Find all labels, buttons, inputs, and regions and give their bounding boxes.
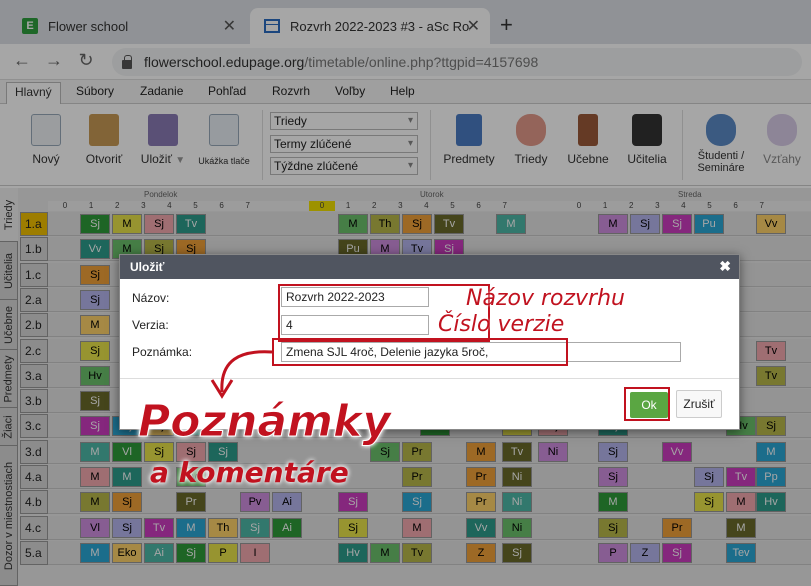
annotation-arrow-icon <box>210 350 273 399</box>
version-label: Verzia: <box>132 318 169 332</box>
note-highlight <box>272 338 568 366</box>
note-label: Poznámka: <box>132 345 193 359</box>
annotation-notes: Poznámky <box>138 396 392 448</box>
cancel-button[interactable]: Zrušiť <box>676 390 722 418</box>
ok-highlight <box>624 387 670 421</box>
annotation-comments: a komentáre <box>150 456 349 489</box>
close-icon[interactable]: ✖ <box>719 258 731 275</box>
annotation-version: Číslo verzie <box>438 312 565 337</box>
name-label: Názov: <box>132 291 170 305</box>
dialog-title: Uložiť <box>120 255 739 279</box>
annotation-name: Názov rozvrhu <box>466 286 625 311</box>
